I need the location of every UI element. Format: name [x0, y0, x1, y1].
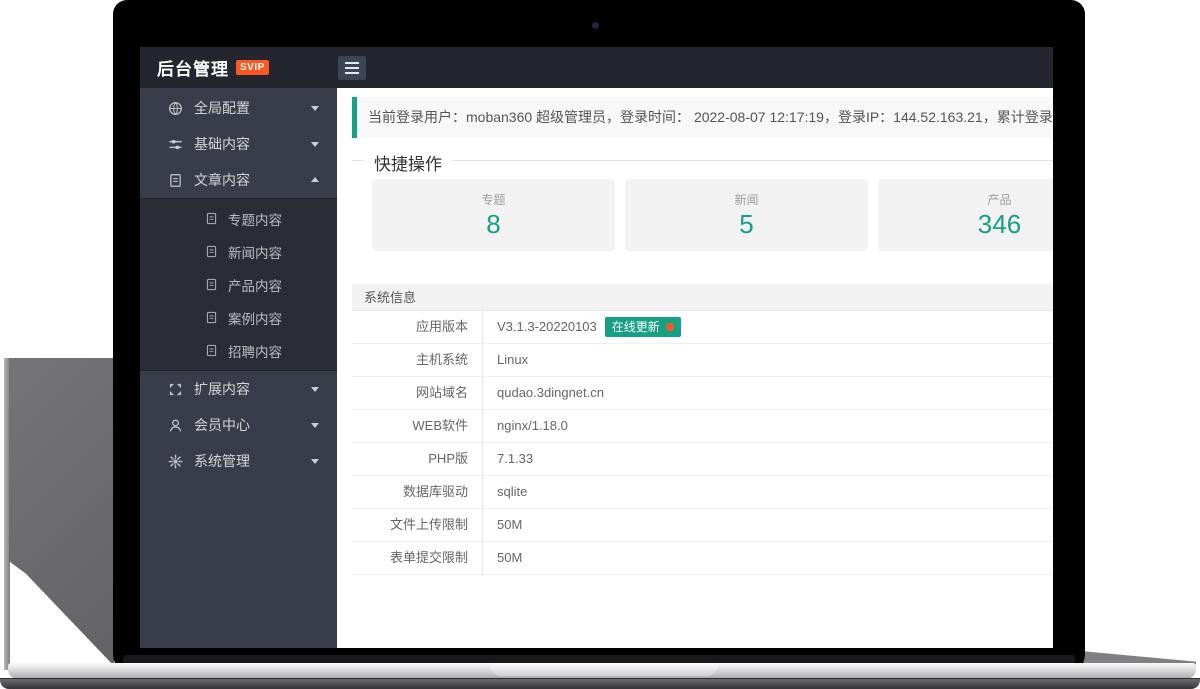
laptop-base-side	[9, 358, 114, 666]
sidebar-nav: 全局配置 基础内容 文章内容 专题内容 新闻内容 产品内容 案例内容 招聘内容 …	[140, 88, 337, 648]
sidebar-subitem-label: 专题内容	[228, 209, 282, 229]
row-value: 50M	[497, 509, 522, 541]
system-info-panel: 系统信息 应用版本 V3.1.3-20220103 在线更新 主机系统 Linu…	[352, 284, 1053, 575]
table-row: PHP版 7.1.33	[352, 443, 1053, 476]
sidebar-subitem[interactable]: 案例内容	[140, 301, 337, 334]
document-icon	[205, 311, 218, 324]
document-icon	[205, 212, 218, 225]
stat-card[interactable]: 专题 8	[372, 179, 615, 251]
screen-content: 后台管理 SVIP 全局配置 基础内容 文章内容 专题内容 新闻内容	[140, 47, 1053, 648]
sidebar-subitem-label: 产品内容	[228, 275, 282, 295]
document-icon	[168, 173, 183, 188]
laptop-lid-notch	[490, 663, 718, 676]
row-label: 应用版本	[352, 311, 483, 343]
row-value: sqlite	[497, 476, 527, 508]
stat-card[interactable]: 产品 346	[878, 179, 1053, 251]
table-row: 应用版本 V3.1.3-20220103 在线更新	[352, 311, 1053, 344]
sidebar-subitem-label: 招聘内容	[228, 341, 282, 361]
row-label: 主机系统	[352, 344, 483, 376]
svip-badge: SVIP	[236, 60, 269, 75]
laptop-base-right-corner	[1080, 630, 1196, 666]
document-icon	[205, 245, 218, 258]
row-label: 文件上传限制	[352, 509, 483, 541]
document-icon	[205, 278, 218, 291]
table-row: 表单提交限制 50M	[352, 542, 1053, 575]
stat-card-value: 5	[625, 209, 868, 240]
status-dot-icon	[666, 323, 674, 331]
hamburger-button[interactable]	[338, 56, 366, 80]
row-value: Linux	[497, 344, 528, 376]
laptop-base-bottom	[0, 678, 1200, 689]
laptop-base-front	[8, 663, 1196, 679]
gear-icon	[168, 454, 183, 469]
stat-cards: 专题 8 新闻 5 产品 346	[352, 161, 1053, 251]
hamburger-icon	[345, 62, 359, 64]
sidebar-item-4[interactable]: 扩展内容	[140, 371, 337, 407]
sidebar-item-2[interactable]: 基础内容	[140, 126, 337, 162]
stat-card-label: 产品	[878, 191, 1053, 208]
chevron-down-icon	[311, 106, 319, 115]
login-info-alert: 当前登录用户：moban360 超级管理员，登录时间： 2022-08-07 1…	[352, 97, 1053, 138]
sidebar-subitem[interactable]: 新闻内容	[140, 235, 337, 268]
sidebar-submenu: 专题内容 新闻内容 产品内容 案例内容 招聘内容	[140, 198, 337, 371]
row-label: 数据库驱动	[352, 476, 483, 508]
main-content: 当前登录用户：moban360 超级管理员，登录时间： 2022-08-07 1…	[337, 88, 1053, 648]
row-value: qudao.3dingnet.cn	[497, 377, 604, 409]
row-value: nginx/1.18.0	[497, 410, 568, 442]
chevron-up-icon	[311, 173, 319, 182]
system-info-rows: 应用版本 V3.1.3-20220103 在线更新 主机系统 Linux 网站域…	[352, 311, 1053, 575]
globe-icon	[168, 101, 183, 116]
sidebar-subitem-label: 案例内容	[228, 308, 282, 328]
sliders-icon	[168, 137, 183, 152]
row-value: 7.1.33	[497, 443, 533, 475]
row-value: V3.1.3-20220103	[497, 311, 597, 343]
stat-card-label: 专题	[372, 191, 615, 208]
sidebar-subitem[interactable]: 专题内容	[140, 202, 337, 235]
sidebar-item-6[interactable]: 系统管理	[140, 443, 337, 479]
table-row: WEB软件 nginx/1.18.0	[352, 410, 1053, 443]
document-icon	[205, 344, 218, 357]
row-label: 网站域名	[352, 377, 483, 409]
chevron-down-icon	[311, 423, 319, 432]
sidebar-subitem[interactable]: 产品内容	[140, 268, 337, 301]
app-body: 全局配置 基础内容 文章内容 专题内容 新闻内容 产品内容 案例内容 招聘内容 …	[140, 88, 1053, 648]
row-value: 50M	[497, 542, 522, 574]
update-badge[interactable]: 在线更新	[605, 317, 681, 337]
chevron-down-icon	[311, 142, 319, 151]
system-info-title: 系统信息	[352, 284, 1053, 311]
user-icon	[168, 418, 183, 433]
sidebar-item-1[interactable]: 全局配置	[140, 90, 337, 126]
table-row: 主机系统 Linux	[352, 344, 1053, 377]
quick-ops-section: 快捷操作 专题 8 新闻 5 产品 346	[352, 160, 1053, 251]
laptop-screen: 后台管理 SVIP 全局配置 基础内容 文章内容 专题内容 新闻内容	[113, 0, 1085, 676]
app-title: 后台管理	[157, 55, 229, 80]
table-row: 网站域名 qudao.3dingnet.cn	[352, 377, 1053, 410]
sidebar-item-5[interactable]: 会员中心	[140, 407, 337, 443]
page: 当前登录用户：moban360 超级管理员，登录时间： 2022-08-07 1…	[337, 97, 1053, 575]
topbar: 后台管理 SVIP	[140, 47, 1053, 88]
chevron-down-icon	[311, 387, 319, 396]
table-row: 数据库驱动 sqlite	[352, 476, 1053, 509]
row-label: PHP版	[352, 443, 483, 475]
sidebar-subitem-label: 新闻内容	[228, 242, 282, 262]
row-label: 表单提交限制	[352, 542, 483, 574]
stat-card-value: 346	[878, 209, 1053, 240]
row-label: WEB软件	[352, 410, 483, 442]
chevron-down-icon	[311, 459, 319, 468]
app-logo: 后台管理 SVIP	[140, 55, 337, 80]
admin-app: 后台管理 SVIP 全局配置 基础内容 文章内容 专题内容 新闻内容	[140, 47, 1053, 648]
webcam-dot	[592, 22, 599, 29]
stat-card-label: 新闻	[625, 191, 868, 208]
quick-ops-title: 快捷操作	[364, 150, 452, 175]
laptop-mockup: 后台管理 SVIP 全局配置 基础内容 文章内容 专题内容 新闻内容	[0, 0, 1200, 689]
expand-icon	[168, 382, 183, 397]
sidebar-subitem[interactable]: 招聘内容	[140, 334, 337, 367]
table-row: 文件上传限制 50M	[352, 509, 1053, 542]
stat-card-value: 8	[372, 209, 615, 240]
sidebar-item-3[interactable]: 文章内容	[140, 162, 337, 198]
stat-card[interactable]: 新闻 5	[625, 179, 868, 251]
login-info-text: 当前登录用户：moban360 超级管理员，登录时间： 2022-08-07 1…	[368, 109, 1053, 125]
